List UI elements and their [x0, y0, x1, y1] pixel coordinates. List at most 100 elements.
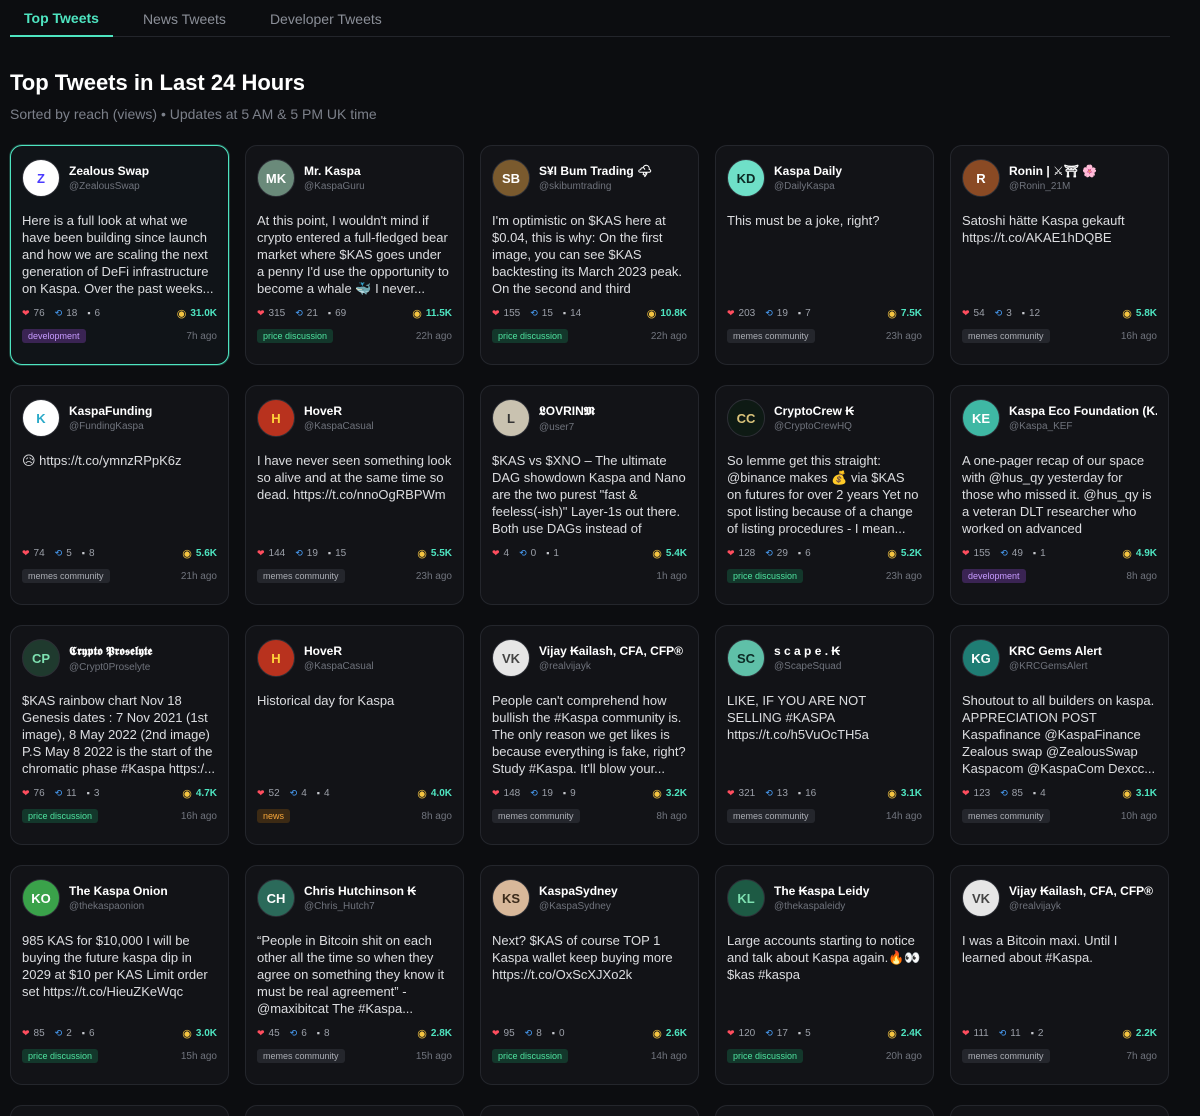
tweet-card[interactable]: H HoveR @KaspaCasual Historical day for Kas… — [245, 625, 464, 845]
tweet-card[interactable]: MK Mr. Kaspa @KaspaGuru At this point, I wo… — [245, 145, 464, 365]
author-name[interactable]: HoveR — [304, 404, 452, 418]
author-handle[interactable]: @ScapeSquad — [774, 661, 922, 672]
avatar[interactable]: KE — [962, 399, 1000, 437]
author-name[interactable]: Ronin | ⚔⛩ 🌸 — [1009, 164, 1157, 178]
author-name[interactable]: CryptoCrew ₭ — [774, 404, 922, 418]
avatar[interactable]: MK — [257, 159, 295, 197]
author-handle[interactable]: @KaspaCasual — [304, 421, 452, 432]
avatar[interactable]: H — [257, 399, 295, 437]
category-badge[interactable]: memes community — [962, 1049, 1050, 1063]
avatar[interactable]: KO — [22, 879, 60, 917]
category-badge[interactable]: price discussion — [727, 1049, 804, 1063]
tweet-card[interactable]: K KaspaFunding @FundingKaspa 😥 https://t.co… — [10, 385, 229, 605]
author-handle[interactable]: @realvijayk — [1009, 901, 1157, 912]
tweet-card[interactable]: R Ronin | ⚔⛩ 🌸 @Ronin_21M Satoshi hätte Kas… — [950, 145, 1169, 365]
author-handle[interactable]: @realvijayk — [539, 661, 687, 672]
category-badge[interactable]: memes community — [257, 1049, 345, 1063]
author-name[interactable]: Mr. Kaspa — [304, 164, 452, 178]
category-badge[interactable]: memes community — [492, 809, 580, 823]
author-handle[interactable]: @Kaspa_KEF — [1009, 421, 1157, 432]
tab-news-tweets[interactable]: News Tweets — [129, 0, 240, 37]
author-name[interactable]: Vijay ₭ailash, CFA, CFP® — [1009, 884, 1157, 898]
category-badge[interactable]: memes community — [962, 809, 1050, 823]
tweet-card[interactable]: CC CryptoCrew ₭ @CryptoCrewHQ So lemme get … — [715, 385, 934, 605]
tweet-card[interactable]: H HoveR @KaspaCasual I have never seen some… — [245, 385, 464, 605]
avatar[interactable]: VK — [962, 879, 1000, 917]
tweet-card[interactable]: KL The ₭aspa Leidy @thekaspaleidy Large acc… — [715, 865, 934, 1085]
avatar[interactable]: H — [257, 639, 295, 677]
author-handle[interactable]: @FundingKaspa — [69, 421, 217, 432]
author-handle[interactable]: @Crypt0Proselyte — [69, 662, 217, 673]
author-name[interactable]: The ₭aspa Leidy — [774, 884, 922, 898]
author-name[interactable]: 𝕷OVRIN𝕸 — [539, 404, 687, 419]
tweet-card-partial[interactable] — [950, 1105, 1169, 1116]
avatar[interactable]: L — [492, 399, 530, 437]
tweet-card[interactable]: SB S¥I Bum Trading 🌩 @skibumtrading I'm opt… — [480, 145, 699, 365]
category-badge[interactable]: price discussion — [492, 1049, 569, 1063]
avatar[interactable]: K — [22, 399, 60, 437]
author-handle[interactable]: @ZealousSwap — [69, 181, 217, 192]
author-name[interactable]: The Kaspa Onion — [69, 884, 217, 898]
tweet-card[interactable]: SC s c a p e . ₭ @ScapeSquad LIKE, IF YOU A… — [715, 625, 934, 845]
author-handle[interactable]: @KRCGemsAlert — [1009, 661, 1157, 672]
category-badge[interactable]: memes community — [727, 329, 815, 343]
author-handle[interactable]: @skibumtrading — [539, 181, 687, 192]
author-name[interactable]: Chris Hutchinson ₭ — [304, 884, 452, 898]
tweet-card-partial[interactable] — [245, 1105, 464, 1116]
category-badge[interactable]: memes community — [257, 569, 345, 583]
category-badge[interactable]: development — [22, 329, 86, 343]
author-name[interactable]: Kaspa Eco Foundation (K... — [1009, 404, 1157, 418]
author-handle[interactable]: @DailyKaspa — [774, 181, 922, 192]
category-badge[interactable]: development — [962, 569, 1026, 583]
avatar[interactable]: SC — [727, 639, 765, 677]
avatar[interactable]: CP — [22, 639, 60, 677]
author-handle[interactable]: @user7 — [539, 422, 687, 433]
author-name[interactable]: KaspaFunding — [69, 404, 217, 418]
avatar[interactable]: KD — [727, 159, 765, 197]
tweet-card-partial[interactable] — [480, 1105, 699, 1116]
tweet-card[interactable]: KS KaspaSydney @KaspaSydney Next? $KAS of c… — [480, 865, 699, 1085]
tweet-card[interactable]: KG KRC Gems Alert @KRCGemsAlert Shoutout to… — [950, 625, 1169, 845]
avatar[interactable]: R — [962, 159, 1000, 197]
author-handle[interactable]: @thekaspaleidy — [774, 901, 922, 912]
category-badge[interactable]: price discussion — [22, 1049, 99, 1063]
author-name[interactable]: S¥I Bum Trading 🌩 — [539, 164, 687, 178]
tweet-card[interactable]: VK Vijay ₭ailash, CFA, CFP® @realvijayk I w… — [950, 865, 1169, 1085]
author-name[interactable]: 𝕮𝖗𝖞𝖕𝖙𝖔 𝕻𝖗𝖔𝖘𝖊𝖑𝖞𝖙𝖊 — [69, 644, 217, 659]
author-handle[interactable]: @KaspaCasual — [304, 661, 452, 672]
author-name[interactable]: Vijay ₭ailash, CFA, CFP® — [539, 644, 687, 658]
tab-developer-tweets[interactable]: Developer Tweets — [256, 0, 396, 37]
category-badge[interactable]: memes community — [962, 329, 1050, 343]
author-handle[interactable]: @CryptoCrewHQ — [774, 421, 922, 432]
avatar[interactable]: Z — [22, 159, 60, 197]
category-badge[interactable]: price discussion — [492, 329, 569, 343]
author-name[interactable]: HoveR — [304, 644, 452, 658]
tweet-card[interactable]: VK Vijay ₭ailash, CFA, CFP® @realvijayk Peo… — [480, 625, 699, 845]
category-badge[interactable]: price discussion — [22, 809, 99, 823]
author-name[interactable]: Kaspa Daily — [774, 164, 922, 178]
tweet-card[interactable]: KE Kaspa Eco Foundation (K... @Kaspa_KEF A … — [950, 385, 1169, 605]
category-badge[interactable]: price discussion — [257, 329, 334, 343]
avatar[interactable]: KG — [962, 639, 1000, 677]
avatar[interactable]: CC — [727, 399, 765, 437]
tweet-card[interactable]: L 𝕷OVRIN𝕸 @user7 $KAS vs $XNO – The ultimat… — [480, 385, 699, 605]
avatar[interactable]: KS — [492, 879, 530, 917]
category-badge[interactable]: news — [257, 809, 291, 823]
tweet-card[interactable]: KO The Kaspa Onion @thekaspaonion 985 KAS f… — [10, 865, 229, 1085]
author-name[interactable]: Zealous Swap — [69, 164, 217, 178]
author-name[interactable]: s c a p e . ₭ — [774, 644, 922, 658]
author-name[interactable]: KRC Gems Alert — [1009, 644, 1157, 658]
avatar[interactable]: VK — [492, 639, 530, 677]
tweet-card-partial[interactable] — [715, 1105, 934, 1116]
tweet-card[interactable]: CP 𝕮𝖗𝖞𝖕𝖙𝖔 𝕻𝖗𝖔𝖘𝖊𝖑𝖞𝖙𝖊 @Crypt0Proselyte $KAS r… — [10, 625, 229, 845]
author-handle[interactable]: @Ronin_21M — [1009, 181, 1157, 192]
tweet-card[interactable]: KD Kaspa Daily @DailyKaspa This must be a j… — [715, 145, 934, 365]
author-handle[interactable]: @Chris_Hutch7 — [304, 901, 452, 912]
category-badge[interactable]: price discussion — [727, 569, 804, 583]
author-handle[interactable]: @KaspaSydney — [539, 901, 687, 912]
author-handle[interactable]: @KaspaGuru — [304, 181, 452, 192]
tweet-card-partial[interactable] — [10, 1105, 229, 1116]
tweet-card[interactable]: CH Chris Hutchinson ₭ @Chris_Hutch7 “People… — [245, 865, 464, 1085]
author-name[interactable]: KaspaSydney — [539, 884, 687, 898]
category-badge[interactable]: memes community — [22, 569, 110, 583]
